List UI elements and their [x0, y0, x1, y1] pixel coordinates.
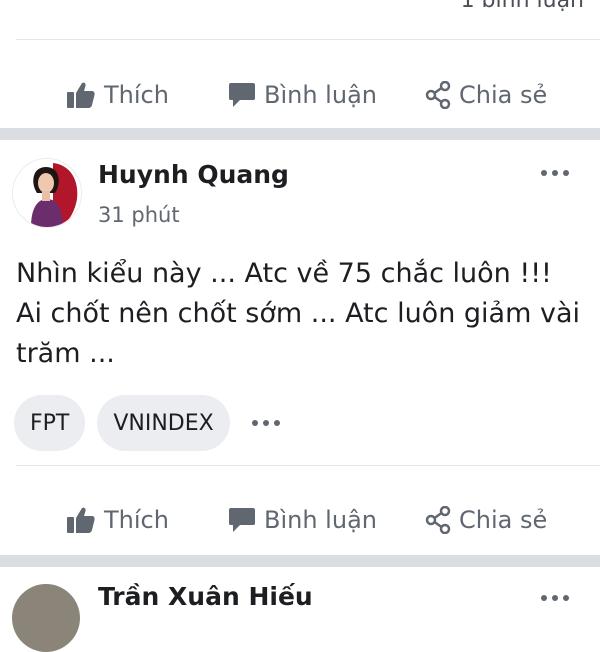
- avatar[interactable]: [12, 158, 82, 228]
- avatar[interactable]: [12, 584, 80, 652]
- share-label: Chia sẻ: [459, 506, 548, 534]
- comment-button[interactable]: Bình luận: [228, 490, 377, 550]
- comment-label: Bình luận: [264, 506, 377, 534]
- author-name[interactable]: Trần Xuân Hiếu: [98, 582, 313, 611]
- like-button[interactable]: Thích: [66, 65, 169, 125]
- share-icon: [425, 506, 451, 534]
- divider: [16, 39, 600, 40]
- share-button[interactable]: Chia sẻ: [425, 65, 547, 125]
- more-tags-icon[interactable]: [251, 420, 280, 426]
- share-button[interactable]: Chia sẻ: [425, 490, 547, 550]
- post-timestamp[interactable]: 31 phút: [98, 203, 180, 227]
- post-text-line: trăm ...: [16, 338, 115, 369]
- like-label: Thích: [104, 81, 169, 109]
- post-text-line: Nhìn kiểu này ... Atc về 75 chắc luôn !!…: [16, 258, 552, 289]
- speech-bubble-icon: [228, 82, 256, 108]
- post-separator: [0, 128, 600, 140]
- thumbs-up-icon: [66, 81, 96, 109]
- comment-count[interactable]: 1 bình luận: [461, 0, 584, 13]
- comment-label: Bình luận: [264, 81, 377, 109]
- action-bar: Thích Bình luận Chia sẻ: [0, 65, 600, 125]
- thumbs-up-icon: [66, 506, 96, 534]
- like-label: Thích: [104, 506, 169, 534]
- divider: [16, 465, 600, 466]
- speech-bubble-icon: [228, 507, 256, 533]
- like-button[interactable]: Thích: [66, 490, 169, 550]
- post-separator: [0, 555, 600, 567]
- author-name[interactable]: Huynh Quang: [98, 160, 289, 189]
- post-text-line: Ai chốt nên chốt sớm ... Atc luôn giảm v…: [16, 298, 580, 329]
- share-label: Chia sẻ: [459, 81, 548, 109]
- tag-vnindex[interactable]: VNINDEX: [97, 395, 230, 451]
- comment-button[interactable]: Bình luận: [228, 65, 377, 125]
- share-icon: [425, 81, 451, 109]
- tag-list: FPT VNINDEX: [14, 395, 280, 451]
- post-text: Nhìn kiểu này ... Atc về 75 chắc luôn !!…: [16, 254, 588, 374]
- more-options-icon[interactable]: [541, 170, 569, 176]
- tag-fpt[interactable]: FPT: [14, 395, 86, 451]
- action-bar: Thích Bình luận Chia sẻ: [0, 490, 600, 550]
- more-options-icon[interactable]: [541, 595, 569, 601]
